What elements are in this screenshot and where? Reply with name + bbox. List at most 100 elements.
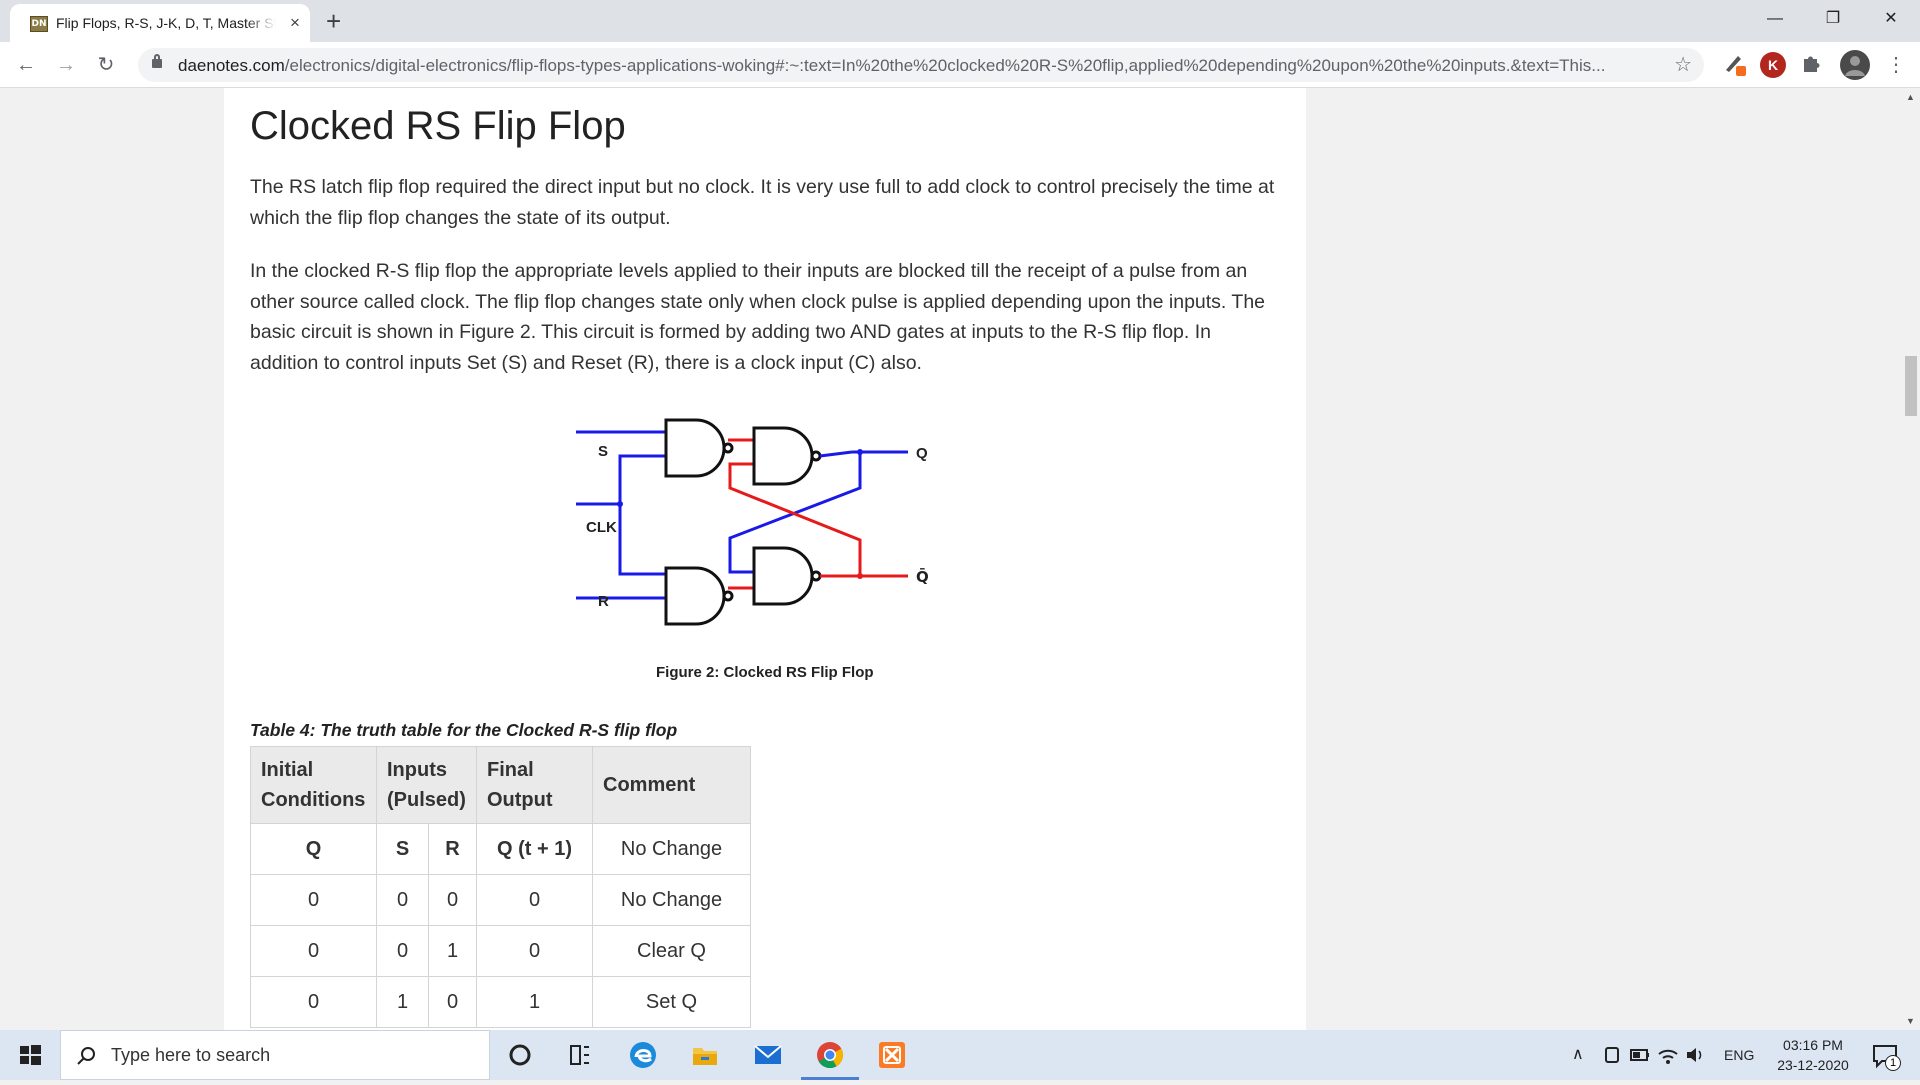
new-tab-button[interactable]: + <box>326 6 341 36</box>
input-wires <box>576 430 908 600</box>
q-junction <box>857 449 863 455</box>
tab-close-icon[interactable]: × <box>290 13 300 33</box>
tab-strip: DN Flip Flops, R-S, J-K, D, T, Master Sl… <box>0 0 1920 42</box>
bookmark-star-icon[interactable]: ☆ <box>1674 52 1692 77</box>
header-final-output: Final Output <box>476 746 593 824</box>
scroll-up-icon[interactable]: ▲ <box>1906 92 1915 102</box>
table-cell: 0 <box>428 874 477 926</box>
url-text[interactable]: daenotes.com/electronics/digital-electro… <box>178 56 1658 76</box>
cortana-icon[interactable] <box>503 1038 537 1072</box>
clock-date[interactable]: 23-12-2020 <box>1770 1057 1856 1073</box>
profile-k-extension-icon[interactable]: K <box>1760 52 1786 78</box>
label-q-bar: Q̄ <box>916 566 929 586</box>
figure-caption: Figure 2: Clocked RS Flip Flop <box>656 664 874 681</box>
close-window-button[interactable]: ✕ <box>1868 4 1914 34</box>
header-initial-conditions: Initial Conditions <box>250 746 377 824</box>
windows-logo-icon <box>20 1045 41 1065</box>
wifi-icon[interactable] <box>1656 1038 1680 1072</box>
language-indicator[interactable]: ENG <box>1724 1047 1754 1063</box>
clock-time[interactable]: 03:16 PM <box>1778 1037 1848 1053</box>
file-explorer-icon[interactable] <box>688 1038 722 1072</box>
table-row: 0 0 0 0 No Change <box>250 874 751 926</box>
vertical-scrollbar[interactable]: ▲ ▼ <box>1902 88 1920 1030</box>
forward-arrow-icon[interactable]: → <box>52 51 80 79</box>
header-text: (Pulsed) <box>387 789 466 811</box>
table-cell: No Change <box>592 823 751 875</box>
table-cell: S <box>376 823 429 875</box>
truth-table: Initial Conditions Inputs (Pulsed) Final Ou… <box>250 746 751 1028</box>
table-cell: Q <box>250 823 377 875</box>
table-cell: 0 <box>428 976 477 1028</box>
header-text: Inputs <box>387 759 447 781</box>
mail-icon[interactable] <box>751 1038 785 1072</box>
clocked-rs-circuit-diagram: S CLK R Q Q̄ <box>576 418 929 626</box>
minimize-button[interactable]: — <box>1752 4 1798 34</box>
taskbar-search-box[interactable]: Type here to search <box>60 1030 490 1080</box>
table-header-row: Initial Conditions Inputs (Pulsed) Final Ou… <box>250 746 751 824</box>
header-text: Final <box>487 759 534 781</box>
table-cell: 0 <box>376 925 429 977</box>
label-q: Q <box>916 445 928 462</box>
avatar[interactable] <box>1840 50 1870 80</box>
chrome-icon[interactable] <box>813 1038 847 1072</box>
table-subheader-row: Q S R Q (t + 1) No Change <box>250 823 751 875</box>
table-cell: Q (t + 1) <box>476 823 593 875</box>
table-row: 0 1 0 1 Set Q <box>250 976 751 1028</box>
pen-extension-icon[interactable] <box>1722 50 1748 76</box>
header-text: Initial <box>261 759 314 781</box>
header-text: Output <box>487 789 553 811</box>
device-icon[interactable] <box>1600 1038 1624 1072</box>
header-text: Conditions <box>261 789 366 811</box>
table-cell: 0 <box>250 874 377 926</box>
url-path: /electronics/digital-electronics/flip-fl… <box>284 56 1606 75</box>
reload-icon[interactable]: ↻ <box>92 51 120 79</box>
table-caption: Table 4: The truth table for the Clocked… <box>250 720 678 740</box>
label-clk: CLK <box>586 519 617 536</box>
table-cell: R <box>428 823 477 875</box>
clk-junction <box>617 501 623 507</box>
table-cell: 0 <box>250 976 377 1028</box>
tab-title: Flip Flops, R-S, J-K, D, T, Master Slave <box>56 15 276 31</box>
scroll-thumb[interactable] <box>1905 356 1917 416</box>
q-output-wire <box>819 450 853 458</box>
description-paragraph: In the clocked R-S flip flop the appropr… <box>250 260 1266 374</box>
restore-button[interactable]: ❐ <box>1810 4 1856 34</box>
battery-icon[interactable] <box>1628 1038 1652 1072</box>
intro-paragraph: The RS latch flip flop required the dire… <box>250 176 1275 229</box>
label-s: S <box>598 443 608 460</box>
table-cell: 0 <box>476 925 593 977</box>
table-cell: 0 <box>476 874 593 926</box>
header-inputs-pulsed: Inputs (Pulsed) <box>376 746 477 824</box>
page-viewport: Clocked RS Flip Flop The RS latch flip f… <box>0 88 1902 1030</box>
notification-count-badge: 1 <box>1885 1055 1901 1071</box>
windows-taskbar: Type here to search ∧ ENG 03:16 PM 23-12… <box>0 1030 1920 1080</box>
qbar-junction <box>857 573 863 579</box>
start-button[interactable] <box>0 1030 60 1080</box>
lock-icon[interactable] <box>152 54 162 68</box>
table-cell: 1 <box>376 976 429 1028</box>
table-cell: No Change <box>592 874 751 926</box>
volume-icon[interactable] <box>1684 1038 1708 1072</box>
task-view-icon[interactable] <box>563 1038 597 1072</box>
address-bar[interactable]: daenotes.com/electronics/digital-electro… <box>138 48 1704 82</box>
table-cell: 1 <box>476 976 593 1028</box>
site-favicon-icon: DN <box>30 16 48 32</box>
nand-gates <box>664 418 822 626</box>
table-cell: 0 <box>376 874 429 926</box>
xampp-icon[interactable] <box>875 1038 909 1072</box>
tray-chevron-icon[interactable]: ∧ <box>1572 1044 1584 1064</box>
back-arrow-icon[interactable]: ← <box>12 51 40 79</box>
table-row: 0 0 1 0 Clear Q <box>250 925 751 977</box>
edge-browser-icon[interactable] <box>626 1038 660 1072</box>
url-host: daenotes.com <box>178 56 285 75</box>
scroll-down-icon[interactable]: ▼ <box>1906 1016 1915 1026</box>
search-placeholder: Type here to search <box>111 1045 271 1065</box>
browser-toolbar: ← → ↻ daenotes.com/electronics/digital-e… <box>0 42 1920 88</box>
table-cell: Set Q <box>592 976 751 1028</box>
chrome-menu-icon[interactable]: ⋮ <box>1882 51 1910 79</box>
browser-tab[interactable]: DN Flip Flops, R-S, J-K, D, T, Master Sl… <box>10 4 310 42</box>
puzzle-extensions-icon[interactable] <box>1798 52 1824 78</box>
label-r: R <box>598 593 609 610</box>
table-cell: 0 <box>250 925 377 977</box>
search-icon <box>77 1047 95 1065</box>
